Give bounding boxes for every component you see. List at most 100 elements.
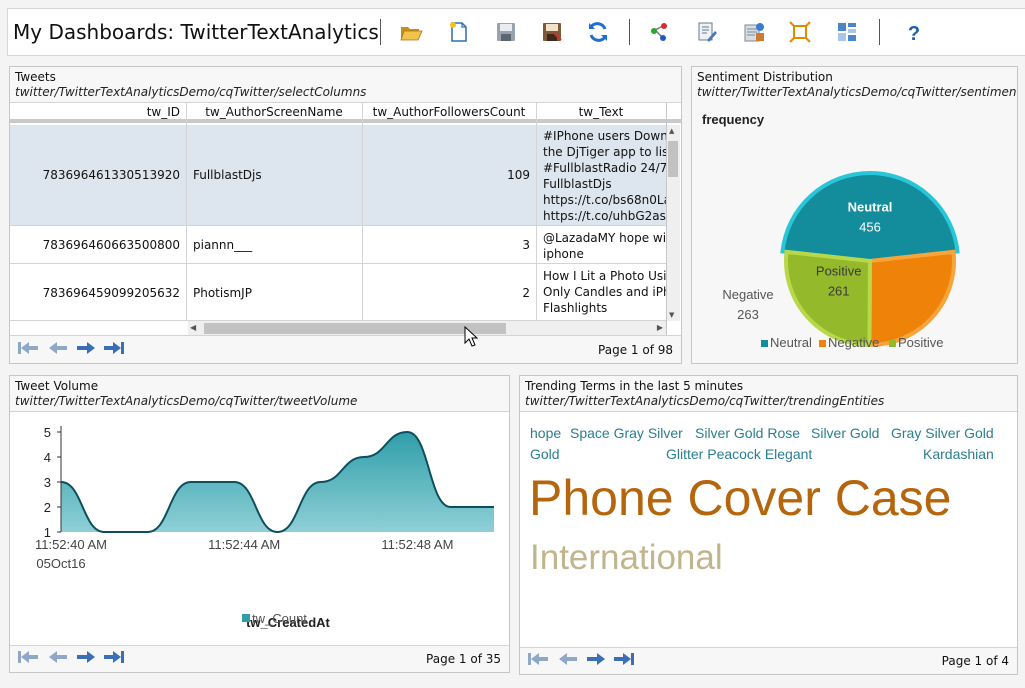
panel-title: Tweets [15, 70, 56, 84]
pager [17, 648, 137, 668]
scroll-down-icon[interactable]: ▼ [669, 311, 674, 319]
tweet-volume-area-chart: 1234511:52:40 AM 11:52:44 AM 11:52:48 AM05… [35, 425, 494, 630]
table-row[interactable]: 783696461330513920 FullblastDjs 109 #IPh… [10, 125, 666, 226]
trending-term[interactable]: Space Gray Silver [570, 425, 683, 441]
y-tick-label: 2 [44, 500, 51, 515]
cell-followers: 109 [507, 168, 530, 182]
cell-text: How I Lit a Photo Usi Only Candles and i… [543, 269, 666, 318]
panel-title: Tweet Volume [15, 379, 99, 393]
refresh-icon[interactable] [584, 18, 612, 46]
column-header-author[interactable]: tw_AuthorScreenName [186, 105, 362, 119]
legend-label-tw-count: tw_Count [252, 611, 307, 626]
first-page-icon[interactable] [17, 339, 39, 357]
previous-page-icon[interactable] [47, 339, 69, 357]
page-indicator: Page 1 of 98 [598, 343, 673, 357]
pie-slice-neutral[interactable] [780, 171, 960, 264]
column-header-text[interactable]: tw_Text [536, 105, 666, 119]
y-tick-label: 3 [44, 475, 51, 490]
properties-icon[interactable] [740, 18, 768, 46]
trending-term-medium[interactable]: International [530, 538, 723, 578]
legend-swatch-negative [819, 340, 826, 347]
column-header-followers[interactable]: tw_AuthorFollowersCount [362, 105, 536, 119]
last-page-icon[interactable] [613, 650, 635, 668]
pager [17, 339, 137, 359]
panel-path: twitter/TwitterTextAnalyticsDemo/cqTwitt… [15, 85, 367, 99]
toolbar-separator [629, 19, 630, 45]
cell-followers: 2 [522, 285, 530, 300]
series-area-tw-count[interactable] [61, 432, 494, 532]
dashboard-header: My Dashboards: TwitterTextAnalytics ? [7, 8, 1025, 56]
first-page-icon[interactable] [17, 648, 39, 666]
x-tick-label: 11:52:40 AM [35, 537, 107, 552]
cell-followers: 3 [522, 238, 530, 252]
table-row[interactable]: 783696460663500800 piannn___ 3 @LazadaMY… [10, 227, 666, 264]
data-label-name-negative: Negative [722, 287, 773, 302]
panel-title: Sentiment Distribution [697, 70, 833, 84]
last-page-icon[interactable] [103, 339, 125, 357]
x-tick-sublabel: 05Oct16 [36, 556, 85, 571]
graph-icon[interactable] [645, 18, 673, 46]
tweets-table-container: tw_ID tw_AuthorScreenName tw_AuthorFollo… [10, 102, 681, 336]
y-tick-label: 5 [44, 425, 51, 440]
column-header-tw-id[interactable]: tw_ID [10, 105, 180, 119]
data-label-value-positive: 261 [828, 284, 850, 299]
trending-term[interactable]: Kardashian [923, 446, 994, 462]
table-row[interactable]: 783696459099205632 PhotismJP 2 How I Lit… [10, 265, 666, 321]
panel-path: twitter/TwitterTextAnalyticsDemo/cqTwitt… [697, 85, 1018, 99]
next-page-icon[interactable] [75, 648, 97, 666]
first-page-icon[interactable] [527, 650, 549, 668]
new-document-icon[interactable] [445, 18, 473, 46]
sentiment-panel: Sentiment Distribution twitter/TwitterTe… [691, 66, 1018, 364]
pie-slice-negative[interactable] [867, 249, 956, 347]
open-folder-icon[interactable] [397, 18, 425, 46]
table-header: tw_ID tw_AuthorScreenName tw_AuthorFollo… [10, 103, 681, 123]
horizontal-scrollbar[interactable]: ◀ ▶ [188, 321, 666, 335]
trending-term[interactable]: Gray Silver Gold [891, 425, 994, 441]
column-divider [536, 103, 537, 321]
vertical-scrollbar[interactable]: ▲ ▼ [667, 125, 680, 321]
vertical-scrollbar-thumb[interactable] [668, 141, 678, 177]
chart-container: 1 2 3 4 5 11:52:40 AM 11:52:44 AM 11:52:48 AM 05… [10, 411, 509, 646]
horizontal-scrollbar-thumb[interactable] [204, 323, 506, 334]
cell-author: piannn___ [193, 238, 253, 252]
next-page-icon[interactable] [585, 650, 607, 668]
next-page-icon[interactable] [75, 339, 97, 357]
fit-layout-icon[interactable] [786, 18, 814, 46]
page-indicator: Page 1 of 4 [941, 654, 1009, 668]
save-icon[interactable] [492, 18, 520, 46]
pager [527, 650, 647, 670]
grid-layout-icon[interactable] [833, 18, 861, 46]
column-divider [362, 103, 363, 321]
column-divider [186, 103, 187, 321]
previous-page-icon[interactable] [557, 650, 579, 668]
scroll-right-icon[interactable]: ▶ [657, 323, 663, 332]
trending-term[interactable]: hope [530, 425, 561, 441]
scroll-left-icon[interactable]: ◀ [190, 323, 196, 332]
cell-tw-id: 783696459099205632 [42, 285, 180, 300]
cell-tw-id: 783696461330513920 [42, 168, 180, 182]
mouse-cursor-icon [464, 326, 479, 347]
legend-swatch-positive [889, 340, 896, 347]
edit-query-icon[interactable] [693, 18, 721, 46]
trending-panel: Trending Terms in the last 5 minutes twi… [519, 375, 1018, 675]
trending-term[interactable]: Gold [530, 446, 560, 462]
panel-path: twitter/TwitterTextAnalyticsDemo/cqTwitt… [525, 394, 885, 408]
previous-page-icon[interactable] [47, 648, 69, 666]
trending-term[interactable]: Glitter Peacock Elegant [666, 446, 812, 462]
legend-label-positive: Positive [898, 335, 944, 350]
last-page-icon[interactable] [103, 648, 125, 666]
save-as-icon[interactable] [538, 18, 566, 46]
legend-swatch-neutral [761, 340, 768, 347]
word-cloud: hope Space Gray Silver Silver Gold Rose … [520, 411, 1017, 648]
help-icon[interactable]: ? [900, 18, 928, 46]
trending-term[interactable]: Silver Gold Rose [695, 425, 800, 441]
cell-tw-id: 783696460663500800 [42, 238, 180, 252]
trending-term[interactable]: Silver Gold [811, 425, 879, 441]
scroll-up-icon[interactable]: ▲ [669, 127, 674, 135]
panel-title: Trending Terms in the last 5 minutes [525, 379, 744, 393]
legend-label-negative: Negative [828, 335, 879, 350]
page-title: My Dashboards: TwitterTextAnalytics [13, 20, 379, 44]
toolbar-separator [380, 19, 381, 45]
toolbar-separator [879, 19, 880, 45]
trending-term-large[interactable]: Phone Cover Case [529, 469, 951, 527]
